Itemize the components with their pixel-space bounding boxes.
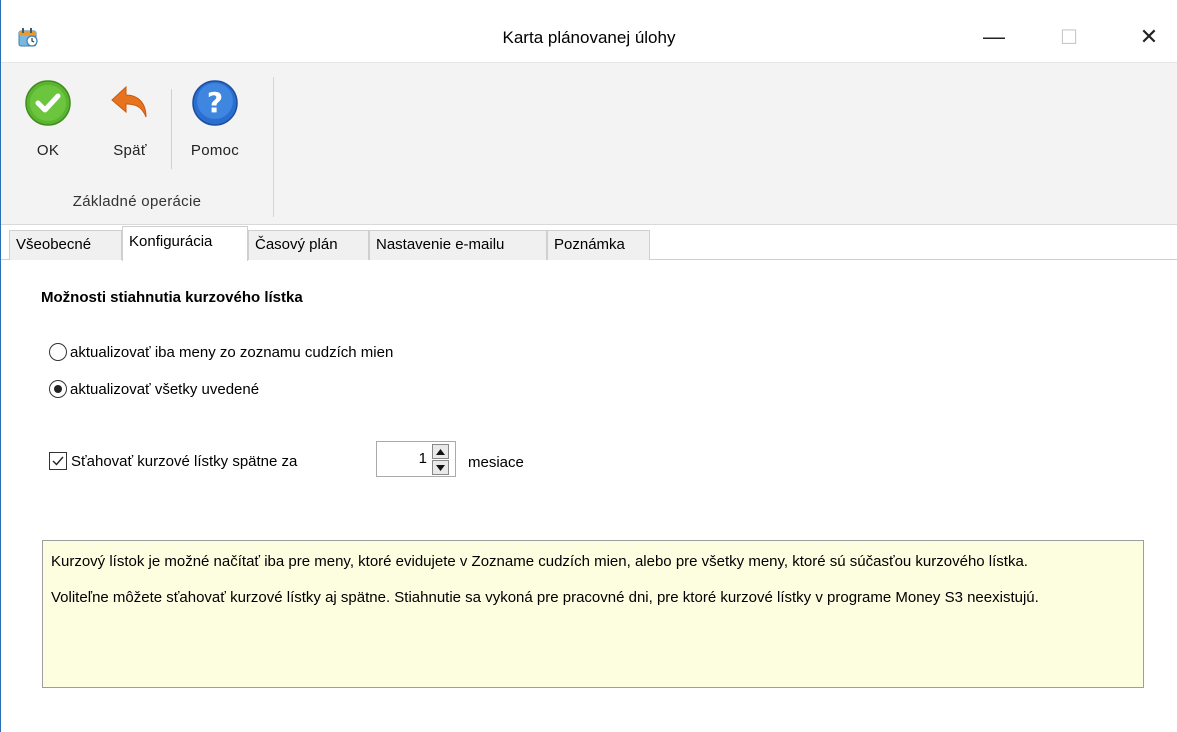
ribbon-group-label: Základné operácie bbox=[72, 193, 202, 210]
tab-nastavenie-emailu[interactable]: Nastavenie e-mailu bbox=[369, 230, 547, 260]
check-circle-icon bbox=[25, 80, 71, 126]
section-heading: Možnosti stiahnutia kurzového lístka bbox=[41, 289, 303, 306]
radio-update-listed-currencies[interactable]: aktualizovať iba meny zo zoznamu cudzích… bbox=[49, 343, 393, 361]
minimize-button[interactable]: — bbox=[971, 14, 1017, 60]
tab-poznamka[interactable]: Poznámka bbox=[547, 230, 650, 260]
tab-strip: Všeobecné Konfigurácia Časový plán Nasta… bbox=[1, 226, 1177, 261]
months-unit-label: mesiace bbox=[468, 454, 524, 471]
radio-circle[interactable] bbox=[49, 343, 67, 361]
triangle-down-icon bbox=[436, 464, 445, 471]
help-label: Pomoc bbox=[190, 142, 240, 159]
ok-button[interactable]: OK bbox=[23, 79, 73, 159]
tab-konfiguracia[interactable]: Konfigurácia bbox=[122, 226, 248, 261]
back-button[interactable]: Späť bbox=[101, 79, 159, 159]
help-circle-icon: ? bbox=[192, 80, 238, 126]
checkmark-icon bbox=[52, 456, 64, 466]
tab-vseobecne[interactable]: Všeobecné bbox=[9, 230, 122, 260]
undo-arrow-icon bbox=[111, 85, 147, 118]
triangle-up-icon bbox=[436, 448, 445, 455]
radio-circle-selected[interactable] bbox=[49, 380, 67, 398]
info-paragraph: Kurzový lístok je možné načítať iba pre … bbox=[51, 553, 1028, 570]
help-button[interactable]: ? Pomoc bbox=[173, 79, 257, 159]
ribbon-group-separator bbox=[273, 77, 274, 217]
months-value[interactable]: 1 bbox=[377, 450, 427, 467]
close-button[interactable]: ✕ bbox=[1126, 14, 1172, 60]
ribbon-toolbar: OK Späť ? Pomoc Základné operácie bbox=[1, 62, 1177, 225]
info-paragraph: Voliteľne môžete sťahovať kurzové lístky… bbox=[51, 589, 1039, 606]
back-label: Späť bbox=[113, 142, 147, 159]
maximize-button[interactable]: ☐ bbox=[1046, 14, 1092, 60]
download-back-checkbox-row[interactable]: Sťahovať kurzové lístky spätne za bbox=[49, 452, 297, 470]
months-stepper[interactable]: 1 bbox=[376, 441, 456, 477]
tab-casovy-plan[interactable]: Časový plán bbox=[248, 230, 369, 260]
stepper-up-button[interactable] bbox=[432, 444, 449, 459]
dialog-window: Karta plánovanej úlohy — ☐ ✕ OK Späť ? P… bbox=[0, 0, 1177, 732]
download-back-label: Sťahovať kurzové lístky spätne za bbox=[71, 452, 298, 470]
radio-update-all[interactable]: aktualizovať všetky uvedené bbox=[49, 380, 259, 398]
download-back-checkbox[interactable] bbox=[49, 452, 67, 470]
radio-label: aktualizovať všetky uvedené bbox=[70, 380, 260, 398]
ribbon-separator bbox=[171, 89, 172, 169]
radio-label: aktualizovať iba meny zo zoznamu cudzích… bbox=[70, 343, 394, 361]
info-box: Kurzový lístok je možné načítať iba pre … bbox=[42, 540, 1144, 688]
stepper-down-button[interactable] bbox=[432, 460, 449, 475]
ok-label: OK bbox=[36, 142, 60, 159]
title-bar: Karta plánovanej úlohy — ☐ ✕ bbox=[1, 0, 1177, 62]
svg-text:?: ? bbox=[207, 86, 223, 119]
